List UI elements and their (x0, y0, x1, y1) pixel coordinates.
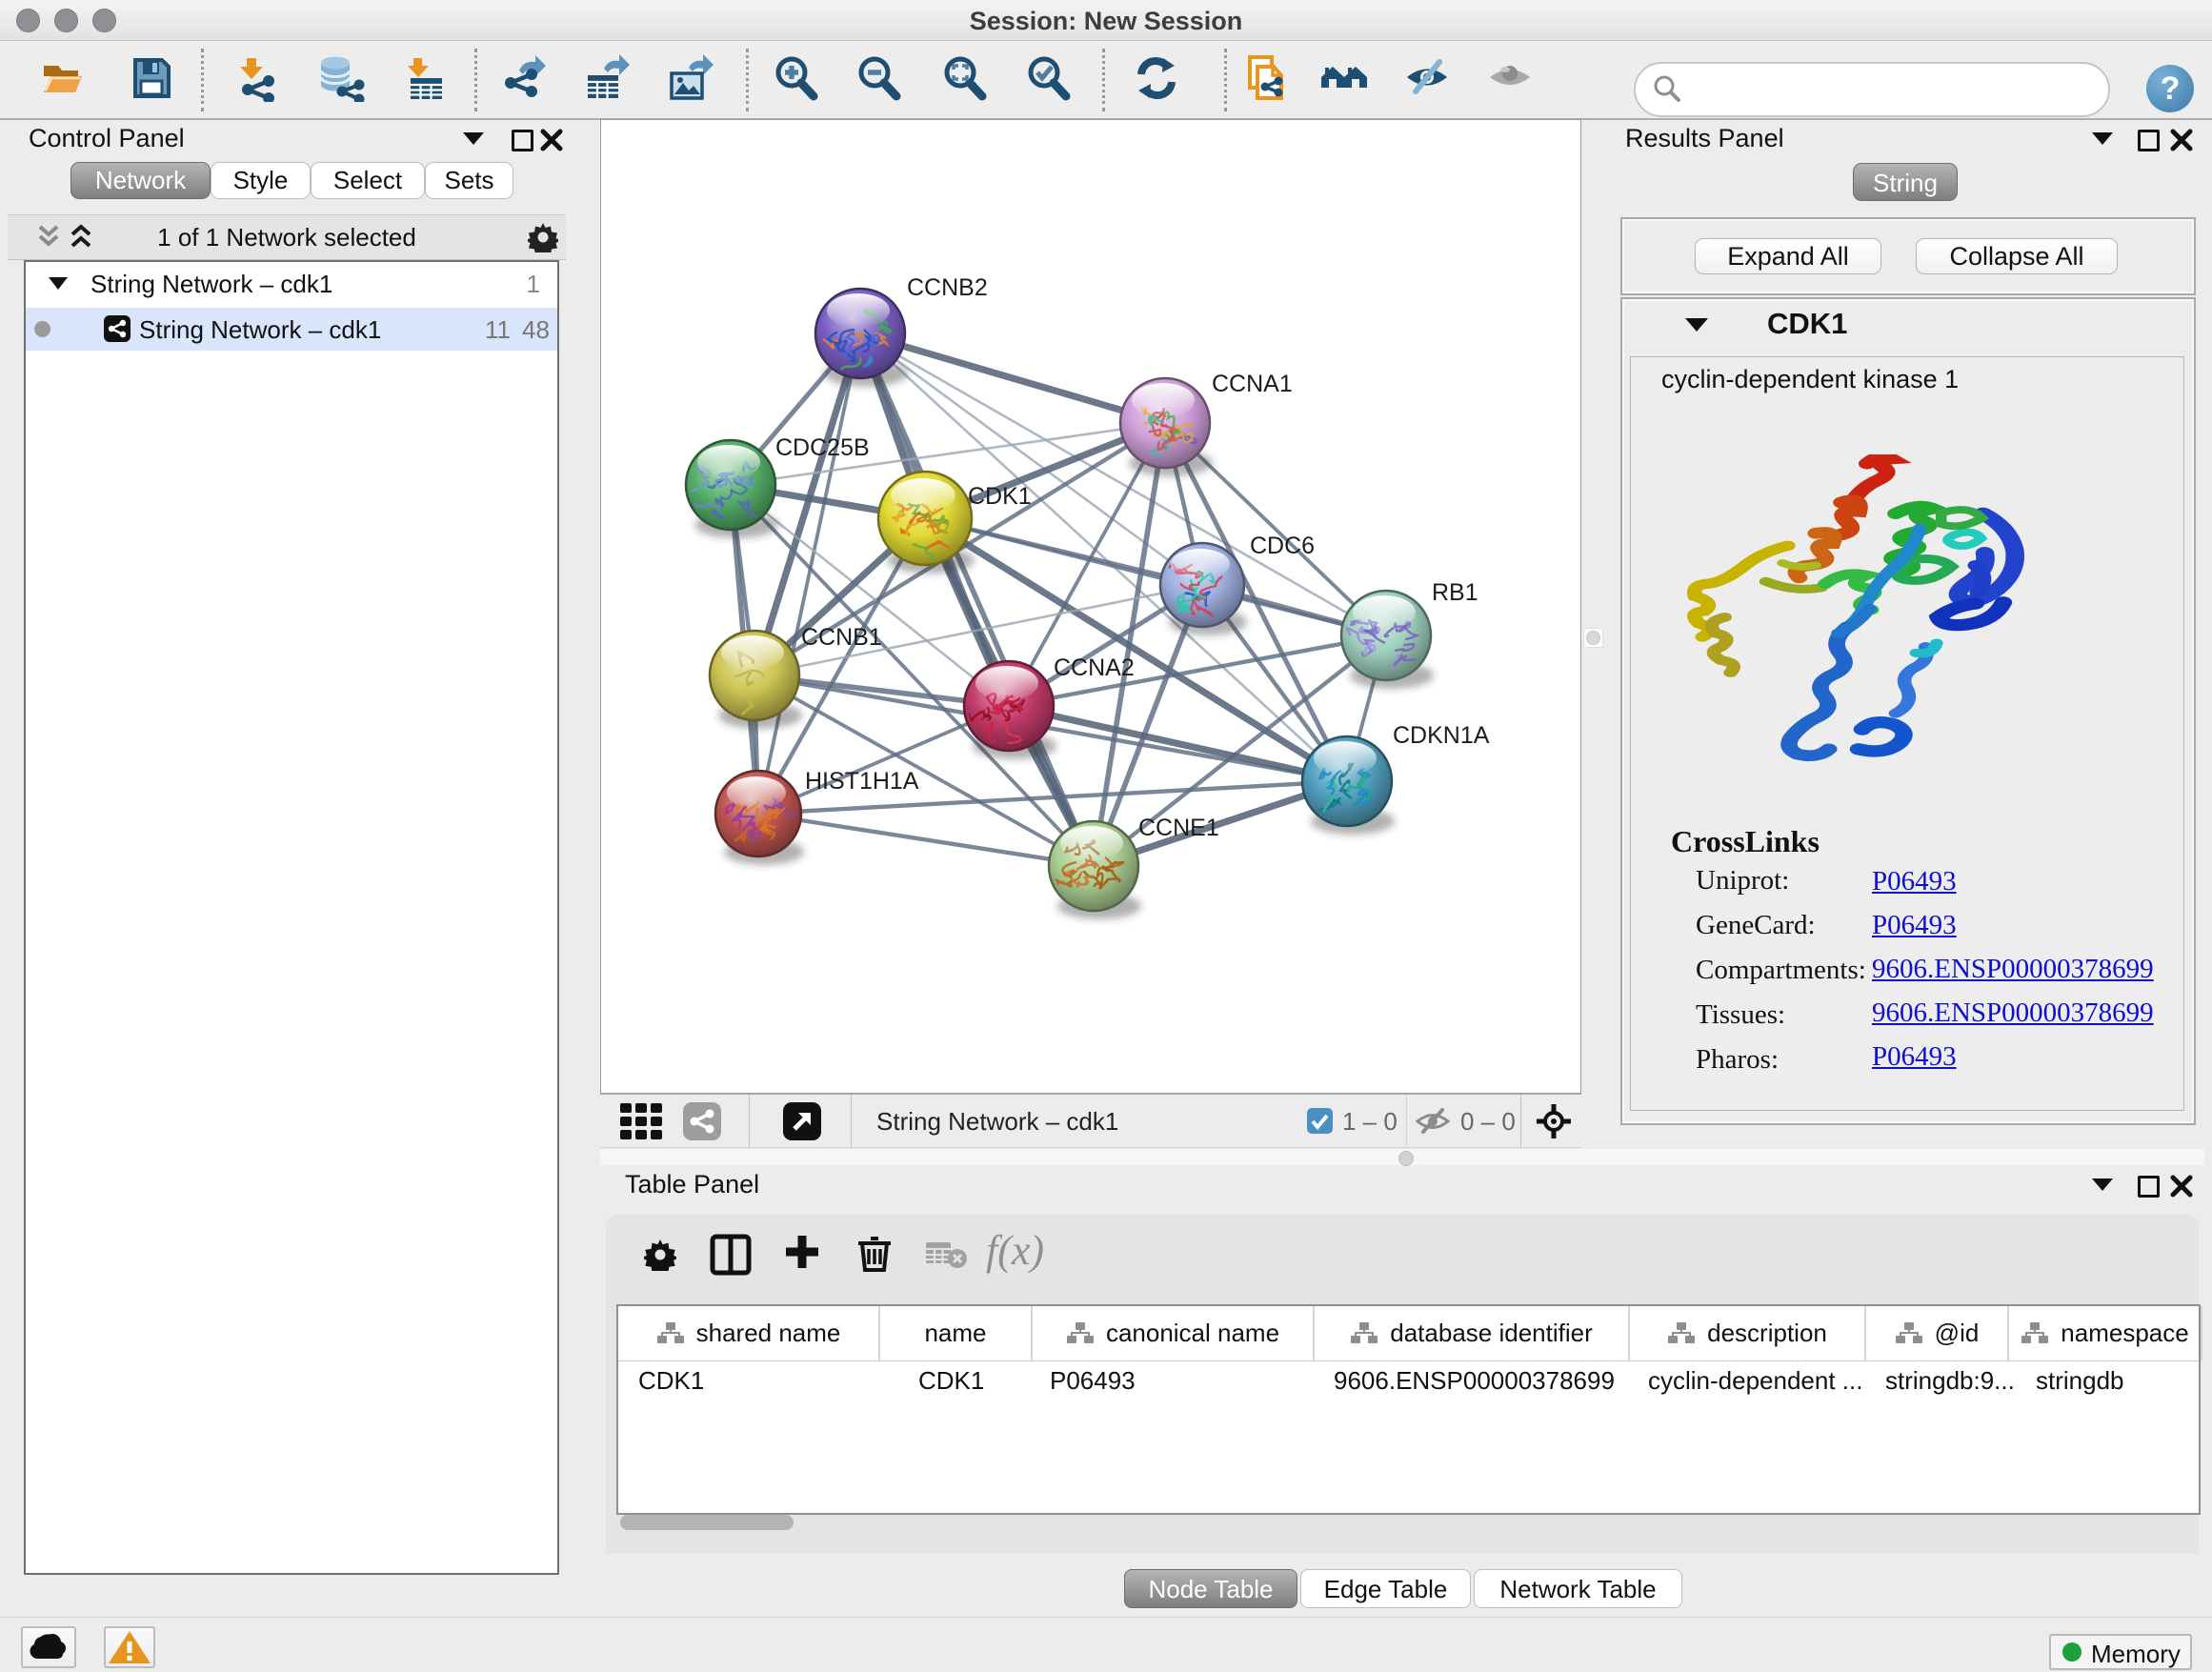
svg-text:CDC6: CDC6 (1250, 533, 1315, 559)
svg-text:CDKN1A: CDKN1A (1393, 722, 1490, 749)
svg-text:CDK1: CDK1 (968, 483, 1032, 510)
svg-text:CCNB1: CCNB1 (801, 624, 882, 651)
svg-text:CCNA1: CCNA1 (1212, 371, 1293, 397)
svg-text:RB1: RB1 (1432, 579, 1478, 606)
svg-text:HIST1H1A: HIST1H1A (805, 768, 919, 795)
svg-text:CCNB2: CCNB2 (907, 274, 988, 301)
svg-text:CCNA2: CCNA2 (1054, 655, 1135, 681)
svg-text:CCNE1: CCNE1 (1138, 815, 1219, 841)
svg-text:CDC25B: CDC25B (775, 434, 870, 461)
